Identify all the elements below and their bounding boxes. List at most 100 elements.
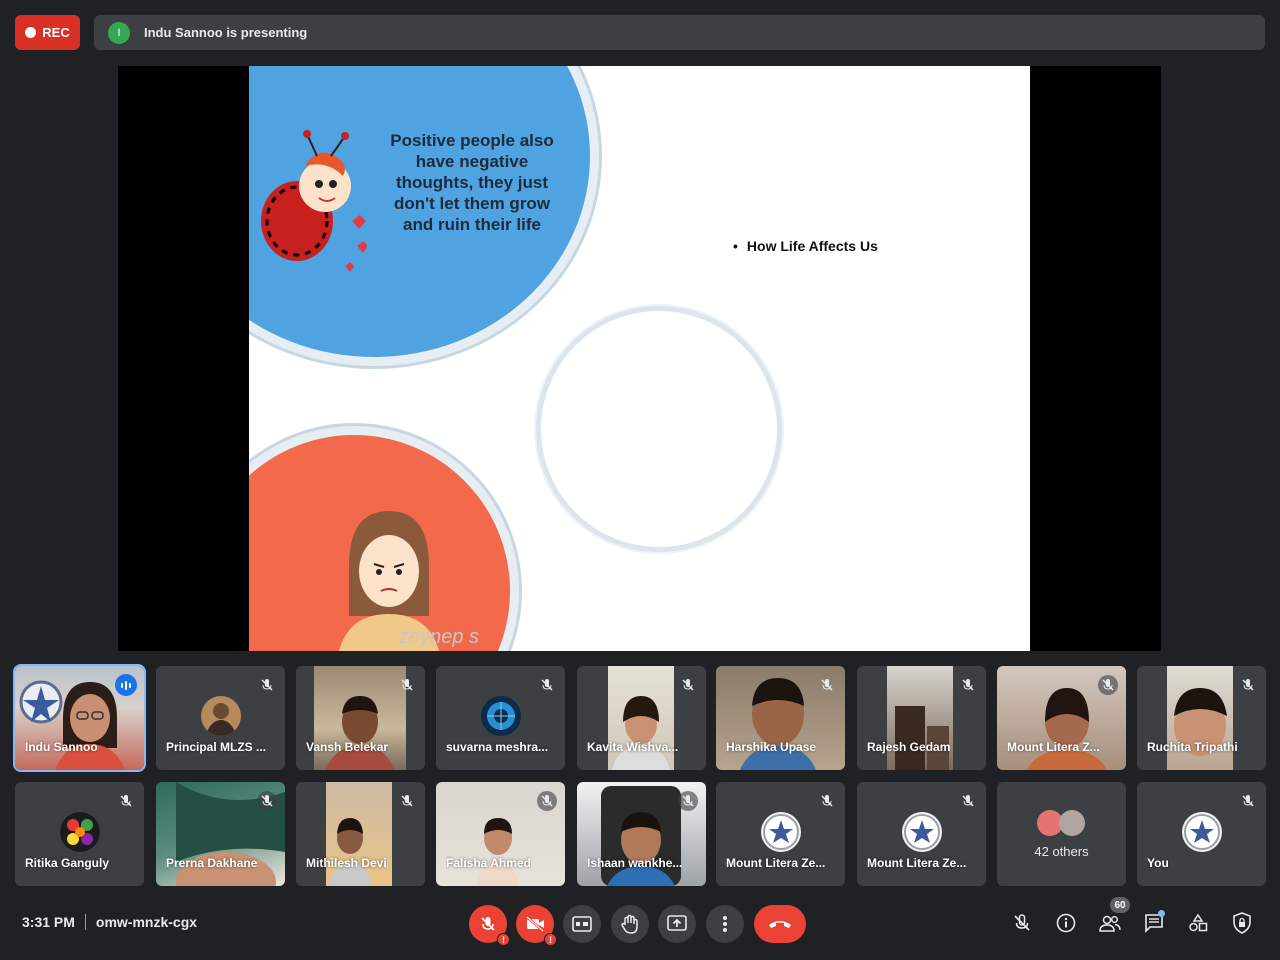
meet-window: REC I Indu Sannoo is presenting Positive… bbox=[0, 0, 1280, 960]
camera-toggle-button[interactable]: ! bbox=[516, 905, 557, 946]
muted-mic-icon bbox=[537, 791, 557, 811]
participant-name: Rajesh Gedam bbox=[867, 740, 951, 754]
participant-tile-you[interactable]: You bbox=[1137, 782, 1266, 886]
shield-lock-icon bbox=[1233, 912, 1251, 934]
presenting-text: Indu Sannoo is presenting bbox=[144, 25, 308, 40]
participant-video bbox=[326, 782, 392, 886]
alert-badge-icon: ! bbox=[544, 933, 557, 946]
divider bbox=[84, 914, 86, 930]
mic-off-outline-icon bbox=[1014, 914, 1030, 931]
info-icon bbox=[1056, 913, 1076, 933]
participant-name: Indu Sannoo bbox=[25, 740, 98, 754]
people-icon bbox=[1099, 915, 1121, 932]
muted-mic-icon bbox=[537, 675, 557, 695]
muted-mic-icon bbox=[397, 791, 417, 811]
participant-tile-mount-litera-ze-1[interactable]: Mount Litera Ze... bbox=[716, 782, 845, 886]
muted-mic-icon bbox=[678, 791, 698, 811]
presenter-portrait bbox=[55, 682, 125, 770]
mic-off-icon bbox=[481, 917, 495, 931]
rec-label: REC bbox=[42, 25, 70, 40]
participant-name: Vansh Belekar bbox=[306, 740, 389, 754]
other-avatar-2 bbox=[1059, 810, 1085, 836]
muted-mic-icon bbox=[257, 791, 277, 811]
participant-tile-mount-litera-z[interactable]: Mount Litera Z... bbox=[997, 666, 1126, 770]
participant-video bbox=[314, 666, 406, 770]
school-logo-avatar bbox=[901, 812, 942, 852]
participant-video bbox=[608, 666, 674, 770]
participant-tile-harshika-upase[interactable]: Harshika Upase bbox=[716, 666, 845, 770]
muted-mic-icon bbox=[958, 791, 978, 811]
slide-quote-text: Positive people also have negative thoug… bbox=[390, 131, 554, 234]
participant-tile-kavita-wishva[interactable]: Kavita Wishva... bbox=[577, 666, 706, 770]
host-controls-button[interactable] bbox=[1229, 910, 1255, 936]
activities-icon bbox=[1189, 913, 1208, 932]
mute-all-button[interactable] bbox=[1009, 910, 1035, 936]
school-logo-avatar bbox=[760, 812, 801, 852]
participant-name: Mount Litera Z... bbox=[1007, 740, 1100, 754]
participant-tile-others[interactable]: 42 others bbox=[997, 782, 1126, 886]
captions-button[interactable] bbox=[563, 905, 601, 943]
participant-name: Mount Litera Ze... bbox=[726, 856, 826, 870]
participant-name: Ritika Ganguly bbox=[25, 856, 110, 870]
hand-icon bbox=[621, 914, 638, 934]
activities-button[interactable] bbox=[1185, 910, 1211, 936]
participant-tile-mithilesh-devi[interactable]: Mithilesh Devi bbox=[296, 782, 425, 886]
muted-mic-icon bbox=[817, 791, 837, 811]
muted-mic-icon bbox=[817, 675, 837, 695]
participant-name: suvarna meshra... bbox=[446, 740, 549, 754]
presenting-banner: I Indu Sannoo is presenting bbox=[94, 15, 1265, 50]
participant-name: You bbox=[1147, 856, 1169, 870]
present-screen-icon bbox=[667, 915, 687, 931]
muted-mic-icon bbox=[257, 675, 277, 695]
participant-tile-indu-sannoo[interactable]: Indu Sannoo bbox=[13, 664, 146, 772]
participant-name: Kavita Wishva... bbox=[587, 740, 679, 754]
bee-cartoon-image bbox=[261, 130, 367, 272]
participant-tile-ishaan-wankhede[interactable]: Ishaan wankhe... bbox=[577, 782, 706, 886]
current-time: 3:31 PM bbox=[22, 914, 75, 930]
muted-mic-icon bbox=[1238, 791, 1258, 811]
hang-up-icon bbox=[769, 921, 791, 928]
participant-tile-mount-litera-ze-2[interactable]: Mount Litera Ze... bbox=[857, 782, 986, 886]
participant-name: Falisha Ahmed bbox=[446, 856, 531, 870]
meeting-info: 3:31 PM omw-mnzk-cgx bbox=[22, 914, 197, 930]
participant-tile-rajesh-gedam[interactable]: Rajesh Gedam bbox=[857, 666, 986, 770]
participant-name: Mithilesh Devi bbox=[306, 856, 387, 870]
recording-indicator[interactable]: REC bbox=[15, 15, 80, 50]
participant-video bbox=[1167, 666, 1233, 770]
participant-name: Prerna Dakhane bbox=[166, 856, 258, 870]
record-dot-icon bbox=[25, 27, 37, 38]
presentation-stage: Positive people also have negative thoug… bbox=[118, 66, 1161, 651]
meeting-code: omw-mnzk-cgx bbox=[95, 914, 198, 930]
participant-avatar bbox=[200, 696, 241, 736]
captions-icon bbox=[572, 916, 592, 932]
participant-name: Harshika Upase bbox=[726, 740, 817, 754]
muted-mic-icon bbox=[958, 675, 978, 695]
participant-tile-vansh-belekar[interactable]: Vansh Belekar bbox=[296, 666, 425, 770]
meeting-details-button[interactable] bbox=[1053, 910, 1079, 936]
participant-name: Ruchita Tripathi bbox=[1147, 740, 1238, 754]
participant-tile-ritika-ganguly[interactable]: Ritika Ganguly bbox=[15, 782, 144, 886]
leave-call-button[interactable] bbox=[754, 905, 806, 943]
participant-tile-principal-mlzs[interactable]: Principal MLZS ... bbox=[156, 666, 285, 770]
mic-toggle-button[interactable]: ! bbox=[469, 905, 510, 946]
raise-hand-button[interactable] bbox=[611, 905, 649, 943]
alert-badge-icon: ! bbox=[497, 933, 510, 946]
present-now-button[interactable] bbox=[658, 905, 696, 943]
more-vert-icon bbox=[723, 916, 727, 932]
participant-name: Principal MLZS ... bbox=[166, 740, 267, 754]
slide-empty-circle bbox=[536, 306, 782, 552]
participant-tile-suvarna-meshram[interactable]: suvarna meshra... bbox=[436, 666, 565, 770]
chat-unread-dot bbox=[1158, 910, 1165, 917]
slide-bullet-text: How Life Affects Us bbox=[733, 238, 878, 254]
presenter-avatar: I bbox=[108, 21, 130, 44]
participant-name: Mount Litera Ze... bbox=[867, 856, 967, 870]
participant-tile-ruchita-tripathi[interactable]: Ruchita Tripathi bbox=[1137, 666, 1266, 770]
speaking-indicator-icon bbox=[115, 674, 137, 696]
participant-tile-falisha-ahmed[interactable]: Falisha Ahmed bbox=[436, 782, 565, 886]
muted-mic-icon bbox=[1098, 675, 1118, 695]
participant-avatar bbox=[480, 696, 521, 736]
more-options-button[interactable] bbox=[706, 905, 744, 943]
participant-tile-prerna-dakhane[interactable]: Prerna Dakhane bbox=[156, 782, 285, 886]
muted-mic-icon bbox=[116, 791, 136, 811]
people-button[interactable] bbox=[1097, 910, 1123, 936]
